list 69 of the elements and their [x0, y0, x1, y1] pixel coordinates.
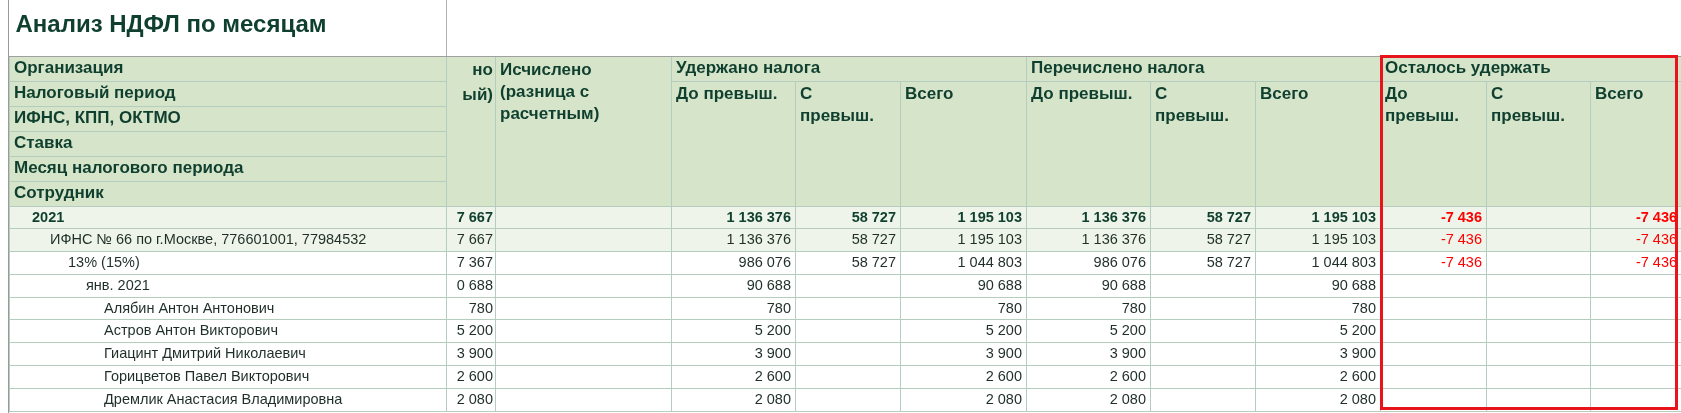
row-label: ИФНС № 66 по г.Москве, 776601001, 77984532 [9, 228, 447, 252]
table-cell: 780 [446, 297, 496, 320]
header-cell-text: но ый) [461, 58, 493, 106]
header-cell: С превыш. [1150, 81, 1256, 206]
table-cell: 1 044 803 [900, 251, 1027, 275]
table-cell: 1 195 103 [900, 228, 1027, 252]
table-cell: 986 076 [1026, 251, 1151, 275]
table-cell: 1 136 376 [671, 228, 796, 252]
header-cell: До превыш. [671, 81, 796, 206]
table-cell: 2 600 [446, 365, 496, 389]
header-cell: Всего [1255, 81, 1381, 206]
table-cell: 1 136 376 [1026, 228, 1151, 252]
header-cell: С превыш. [1486, 81, 1591, 206]
table-cell: 0 688 [446, 274, 496, 298]
table-cell: 1 195 103 [1255, 228, 1381, 252]
table-cell: 1 195 103 [900, 206, 1027, 229]
header-cell: Перечислено налога [1026, 56, 1381, 81]
table-cell: 58 727 [795, 251, 901, 275]
table-cell: 5 200 [671, 320, 796, 343]
table-cell: 1 136 376 [1026, 206, 1151, 229]
table-cell: 780 [1026, 297, 1151, 320]
table-cell: 780 [900, 297, 1027, 320]
header-cell: ИФНС, КПП, ОКТМО [9, 106, 447, 131]
header-cell: Организация [9, 56, 447, 81]
row-label: янв. 2021 [9, 274, 447, 298]
table-cell: 5 200 [1026, 320, 1151, 343]
table-cell: 3 900 [900, 342, 1027, 366]
header-cell: Всего [900, 81, 1027, 206]
table-cell: 1 136 376 [671, 206, 796, 229]
table-cell: 3 900 [1026, 342, 1151, 366]
row-label: 2021 [9, 206, 447, 229]
header-cell: Месяц налогового периода [9, 156, 447, 181]
header-cell: Сотрудник [9, 181, 447, 206]
header-cell: Всего [1590, 81, 1681, 206]
table-cell: 1 195 103 [1255, 206, 1381, 229]
table-cell: 7 367 [446, 251, 496, 275]
table-cell: 2 080 [446, 388, 496, 412]
header-cell: Налоговый период [9, 81, 447, 106]
header-cell: С превыш. [795, 81, 901, 206]
table-cell: 5 200 [900, 320, 1027, 343]
header-cell: Ставка [9, 131, 447, 156]
table-cell: 2 600 [900, 365, 1027, 389]
table-cell: 90 688 [900, 274, 1027, 298]
table-cell: 2 080 [900, 388, 1027, 412]
header-cell: До превыш. [1026, 81, 1151, 206]
header-cell: Исчислено (разница с расчетным) [495, 56, 672, 206]
row-label: Дремлик Анастасия Владимировна [9, 388, 447, 412]
table-cell: 3 900 [446, 342, 496, 366]
header-cell: До превыш. [1380, 81, 1487, 206]
table-cell: 90 688 [671, 274, 796, 298]
row-label: Горицветов Павел Викторович [9, 365, 447, 389]
table-cell: -7 436 [1380, 251, 1487, 275]
table-cell: 2 600 [671, 365, 796, 389]
row-label: Астров Антон Викторович [9, 320, 447, 343]
table-cell: 2 080 [1026, 388, 1151, 412]
report-title: Анализ НДФЛ по месяцам [9, 0, 447, 56]
row-label: Гиацинт Дмитрий Николаевич [9, 342, 447, 366]
table-cell: 90 688 [1026, 274, 1151, 298]
table-cell: 986 076 [671, 251, 796, 275]
table-cell: 58 727 [1150, 251, 1256, 275]
table-cell: 2 080 [671, 388, 796, 412]
table-cell: 2 600 [1026, 365, 1151, 389]
table-cell: 780 [671, 297, 796, 320]
header-cell: Осталось удержать [1380, 56, 1681, 81]
header-cell: Удержано налога [671, 56, 1027, 81]
table-cell: 3 900 [671, 342, 796, 366]
table-cell: 5 200 [446, 320, 496, 343]
row-label: Алябин Антон Антонович [9, 297, 447, 320]
row-label: 13% (15%) [9, 251, 447, 275]
